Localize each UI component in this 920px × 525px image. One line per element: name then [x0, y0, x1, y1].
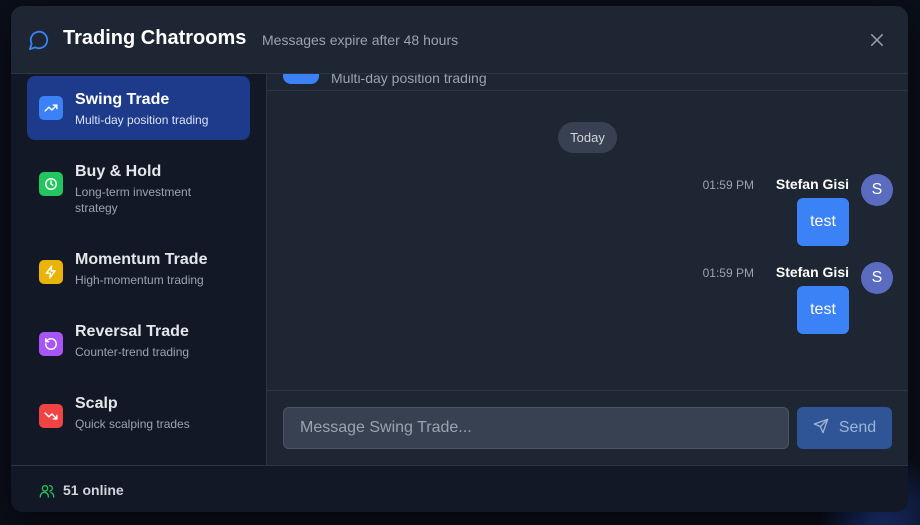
- message: 01:59 PM Stefan Gisi S test: [473, 174, 893, 254]
- modal-footer: 51 online: [11, 465, 908, 512]
- message-bubble: test: [797, 198, 849, 246]
- room-name: Buy & Hold: [75, 163, 162, 180]
- room-name: Reversal Trade: [75, 323, 189, 340]
- room-name: Scalp: [75, 395, 118, 412]
- avatar[interactable]: S: [861, 174, 893, 206]
- room-item-reversal-trade[interactable]: Reversal Trade Counter-trend trading: [27, 308, 250, 372]
- message-input[interactable]: [283, 407, 789, 449]
- send-button[interactable]: Send: [797, 407, 892, 449]
- chat-panel: Multi-day position trading Today 01:59 P…: [267, 74, 908, 465]
- chat-header: Multi-day position trading: [267, 74, 908, 91]
- message-bubble: test: [797, 286, 849, 334]
- room-item-scalp[interactable]: Scalp Quick scalping trades: [27, 380, 250, 444]
- modal-header: Trading Chatrooms Messages expire after …: [11, 6, 908, 74]
- room-item-buy-and-hold[interactable]: Buy & Hold Long-term investment strategy: [27, 148, 250, 228]
- room-list: Swing Trade Multi-day position trading B…: [11, 74, 267, 465]
- room-item-momentum-trade[interactable]: Momentum Trade High-momentum trading: [27, 236, 250, 300]
- trending-up-icon: [39, 96, 63, 120]
- send-icon: [813, 418, 829, 439]
- room-description: High-momentum trading: [75, 273, 204, 287]
- chatrooms-modal: Trading Chatrooms Messages expire after …: [11, 6, 908, 512]
- room-item-swing-trade[interactable]: Swing Trade Multi-day position trading: [27, 76, 250, 140]
- room-description: Long-term investment strategy: [75, 185, 192, 215]
- avatar[interactable]: S: [861, 262, 893, 294]
- chat-header-description: Multi-day position trading: [331, 74, 487, 86]
- room-name: Swing Trade: [75, 91, 170, 108]
- message-time: 01:59 PM: [702, 266, 754, 280]
- close-icon[interactable]: [868, 31, 886, 49]
- room-name: Momentum Trade: [75, 251, 208, 268]
- lightning-icon: [39, 260, 63, 284]
- message: 01:59 PM Stefan Gisi S test: [473, 262, 893, 342]
- message-sender: Stefan Gisi: [775, 176, 849, 192]
- date-divider: Today: [558, 122, 617, 153]
- message-composer: Send: [267, 390, 908, 465]
- room-icon: [283, 74, 319, 84]
- room-description: Counter-trend trading: [75, 345, 190, 359]
- room-description: Quick scalping trades: [75, 417, 190, 431]
- users-icon: [39, 483, 55, 499]
- online-count: 51 online: [63, 482, 124, 498]
- message-sender: Stefan Gisi: [775, 264, 849, 280]
- modal-subtitle: Messages expire after 48 hours: [262, 32, 459, 48]
- clock-icon: [39, 172, 63, 196]
- message-time: 01:59 PM: [702, 178, 754, 192]
- chat-bubble-icon: [28, 29, 50, 51]
- trending-down-icon: [39, 404, 63, 428]
- rotate-ccw-icon: [39, 332, 63, 356]
- room-description: Multi-day position trading: [75, 113, 209, 127]
- modal-title: Trading Chatrooms: [63, 27, 247, 49]
- send-label: Send: [838, 419, 877, 436]
